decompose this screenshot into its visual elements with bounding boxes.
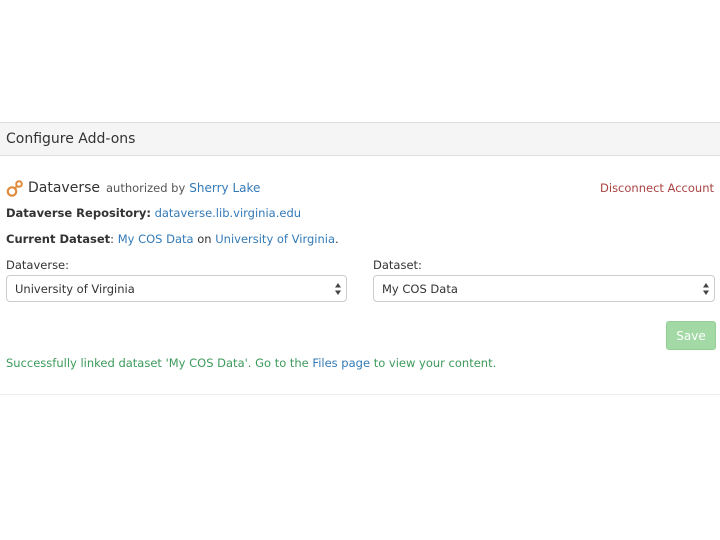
save-button-label: Save [676,328,706,343]
dataverse-select[interactable]: University of Virginia [6,275,347,302]
repository-link[interactable]: dataverse.lib.virginia.edu [155,206,301,220]
dataverse-logo-icon [6,180,23,197]
success-message-text-1: Successfully linked dataset 'My COS Data… [6,356,313,370]
current-dataset-link[interactable]: My COS Data [118,232,194,246]
repository-line: Dataverse Repository: dataverse.lib.virg… [6,206,301,220]
current-dataset-line: Current Dataset: My COS Data on Universi… [6,232,339,246]
files-page-link[interactable]: Files page [312,356,370,370]
disconnect-account-link[interactable]: Disconnect Account [600,181,714,195]
save-button[interactable]: Save [666,321,716,350]
success-message: Successfully linked dataset 'My COS Data… [6,356,496,370]
repository-label: Dataverse Repository: [6,206,151,220]
success-message-text-2: to view your content. [370,356,497,370]
addon-name: Dataverse [28,180,100,196]
authorized-by-label: authorized by [106,181,186,195]
dataset-select[interactable]: My COS Data [373,275,715,302]
current-dataset-label: Current Dataset [6,232,111,246]
current-dataverse-link[interactable]: University of Virginia [215,232,335,246]
current-dataset-colon: : [110,232,115,246]
select-arrows-icon [335,283,341,295]
addon-header-row: Dataverse authorized by Sherry Lake Disc… [6,177,714,199]
panel-title: Configure Add-ons [6,131,136,147]
panel-heading: Configure Add-ons [0,123,720,156]
dataset-select-value: My COS Data [382,281,458,296]
dataverse-select-value: University of Virginia [15,281,135,296]
current-dataset-period: . [335,232,339,246]
authorized-user-link[interactable]: Sherry Lake [189,181,260,195]
dataset-select-label: Dataset: [373,258,422,272]
dataverse-select-label: Dataverse: [6,258,70,272]
select-arrows-icon [703,283,709,295]
current-dataset-on: on [197,232,212,246]
configure-addons-panel: Configure Add-ons Dataverse authorized b… [0,122,720,395]
